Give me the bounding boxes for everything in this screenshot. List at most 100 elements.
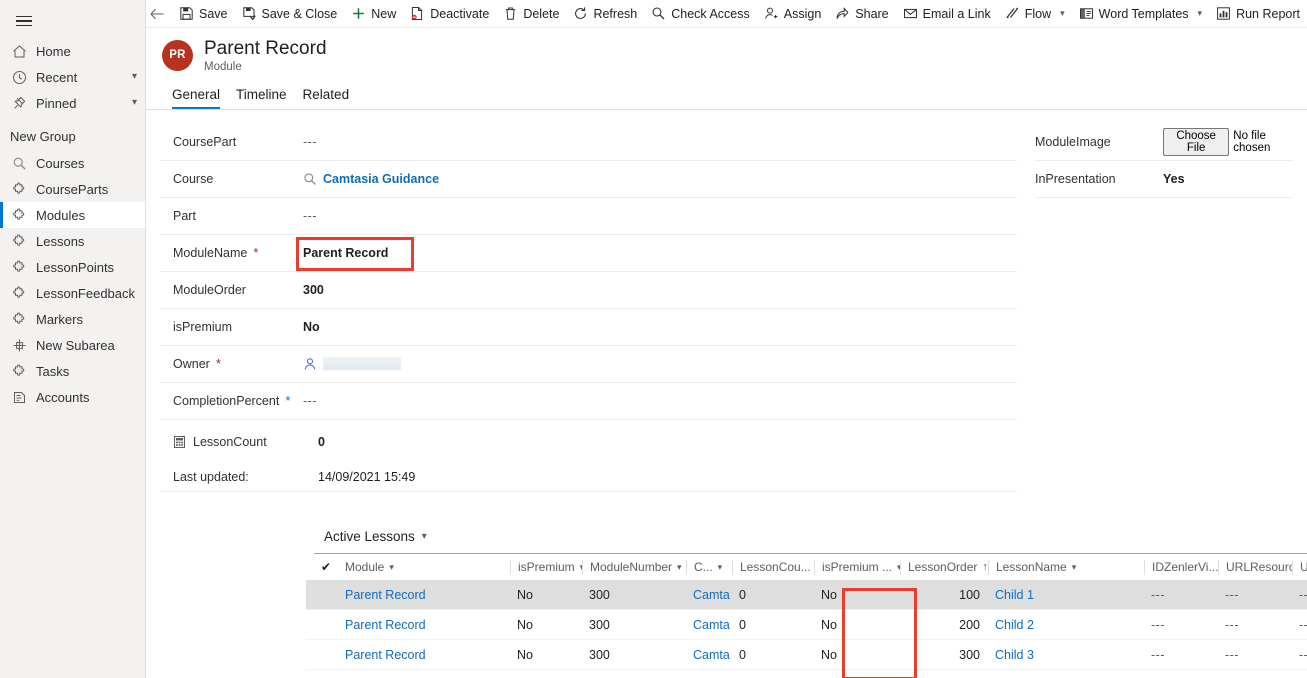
- grid-column-header-urlzenler[interactable]: URLZenler...▾: [1292, 559, 1307, 575]
- choose-file-button[interactable]: Choose File: [1163, 127, 1230, 156]
- command-label: Refresh: [593, 6, 638, 21]
- email-a-link-button[interactable]: Email a Link: [896, 1, 998, 27]
- grid-column-label: URLZenler...: [1300, 560, 1307, 574]
- field-value-course[interactable]: Camtasia Guidance: [323, 172, 439, 186]
- field-label-part: Part: [173, 208, 196, 223]
- table-cell[interactable]: Child 2: [988, 618, 1144, 632]
- share-button[interactable]: Share: [828, 1, 895, 27]
- grid-column-header-lessoncou[interactable]: LessonCou...▾: [732, 559, 814, 575]
- site-map-toggle[interactable]: [4, 4, 44, 38]
- field-value-part[interactable]: ---: [303, 209, 1017, 223]
- field-value-ispremium[interactable]: No: [303, 320, 320, 334]
- assign-button[interactable]: Assign: [757, 1, 829, 27]
- flow-icon: [1005, 6, 1020, 21]
- field-value-in-presentation[interactable]: Yes: [1163, 172, 1185, 186]
- form-area: CoursePart --- Course Camtasia Guidance Part…: [146, 124, 1307, 492]
- grid-column-header-modulenumber[interactable]: ModuleNumber ▾: [582, 559, 686, 575]
- command-label: Email a Link: [922, 6, 991, 21]
- table-cell[interactable]: Parent Record: [338, 588, 510, 602]
- sidebar-item-courseparts[interactable]: CourseParts: [0, 176, 145, 202]
- table-row[interactable]: Parent Record No 300 Camta 0 No 100 Child 1 --- -…: [306, 580, 1307, 610]
- sidebar-item-lessonpoints[interactable]: LessonPoints: [0, 254, 145, 280]
- grid-column-header-urlresource[interactable]: URLResource▾: [1218, 559, 1292, 575]
- field-value-owner-redacted[interactable]: [323, 357, 401, 371]
- field-value-coursepart[interactable]: ---: [303, 135, 1017, 149]
- table-cell[interactable]: Camta: [686, 618, 732, 632]
- chevron-down-icon[interactable]: ▾: [132, 72, 137, 82]
- table-row[interactable]: Parent Record No 300 Camta 0 No 300 Child 3 --- -…: [306, 640, 1307, 670]
- grid-column-header-idzenlervi[interactable]: IDZenlerVi...▾: [1144, 559, 1218, 575]
- grid-column-label: C...: [694, 560, 713, 574]
- sidebar-item-lessons[interactable]: Lessons: [0, 228, 145, 254]
- sidebar-item-new-subarea[interactable]: New Subarea: [0, 332, 145, 358]
- subarea-icon: [10, 336, 28, 354]
- refresh-button[interactable]: Refresh: [566, 1, 644, 27]
- field-value-moduleorder[interactable]: 300: [303, 283, 324, 297]
- sidebar-item-markers[interactable]: Markers: [0, 306, 145, 332]
- puzzle-icon: [10, 310, 28, 328]
- new-button[interactable]: New: [344, 1, 403, 27]
- sidebar-item-recent[interactable]: Recent ▾: [0, 64, 145, 90]
- grid-header-row: ✔Module▾isPremium▾ModuleNumber▾C...▾Less…: [306, 554, 1307, 580]
- tab-related[interactable]: Related: [295, 87, 358, 109]
- sidebar-item-courses[interactable]: Courses: [0, 150, 145, 176]
- table-cell: 200: [959, 617, 980, 632]
- delete-button[interactable]: Delete: [496, 1, 566, 27]
- sidebar-item-modules[interactable]: Modules: [0, 202, 145, 228]
- table-cell: No: [821, 647, 837, 662]
- table-cell: 100: [959, 587, 980, 602]
- page-title: Parent Record: [204, 38, 327, 59]
- save-close-button[interactable]: Save & Close: [235, 1, 345, 27]
- table-cell[interactable]: Parent Record: [338, 618, 510, 632]
- sidebar-item-accounts[interactable]: Accounts: [0, 384, 145, 410]
- table-cell[interactable]: Camta: [686, 648, 732, 662]
- table-cell[interactable]: Camta: [686, 588, 732, 602]
- field-value-completionpercent[interactable]: ---: [303, 394, 1017, 408]
- chevron-down-icon[interactable]: ▾: [1198, 8, 1203, 19]
- chevron-down-icon[interactable]: ▾: [389, 562, 394, 573]
- subgrid-title[interactable]: Active Lessons: [324, 529, 415, 544]
- sidebar-item-home[interactable]: Home: [0, 38, 145, 64]
- table-row[interactable]: Parent Record No 300 Camta 0 No 200 Child 2 --- -…: [306, 610, 1307, 640]
- back-arrow-icon[interactable]: [150, 1, 164, 27]
- sidebar-item-pinned[interactable]: Pinned ▾: [0, 90, 145, 116]
- command-label: Run Report: [1236, 6, 1300, 21]
- table-cell[interactable]: Child 3: [988, 648, 1144, 662]
- word-templates-button[interactable]: Word Templates ▾: [1072, 1, 1209, 27]
- table-cell[interactable]: Child 1: [988, 588, 1144, 602]
- save-button[interactable]: Save: [172, 1, 235, 27]
- field-in-presentation: InPresentation Yes: [1035, 161, 1293, 198]
- sidebar-item-label: Accounts: [36, 389, 90, 405]
- grid-column-header-lessonorder[interactable]: LessonOrder↑▾: [900, 559, 988, 575]
- deactivate-button[interactable]: Deactivate: [403, 1, 496, 27]
- table-cell: ---: [1299, 587, 1307, 602]
- tab-general[interactable]: General: [164, 87, 228, 109]
- sidebar-item-label: Modules: [36, 207, 86, 223]
- grid-column-header-lessonname[interactable]: LessonName ▾: [988, 559, 1144, 575]
- flow-button[interactable]: Flow ▾: [998, 1, 1072, 27]
- sidebar-item-tasks[interactable]: Tasks: [0, 358, 145, 384]
- table-cell[interactable]: Parent Record: [338, 648, 510, 662]
- sidebar-item-label: CourseParts: [36, 181, 109, 197]
- grid-column-header-ispremium[interactable]: isPremium ...▾: [814, 559, 900, 575]
- grid-column-header-module[interactable]: Module ▾: [338, 560, 510, 575]
- grid-column-header-ispremium[interactable]: isPremium▾: [510, 559, 582, 575]
- chevron-down-icon[interactable]: ▾: [677, 562, 682, 573]
- sidebar-item-label: Recent: [36, 69, 78, 85]
- sidebar-item-label: LessonPoints: [36, 259, 115, 275]
- tab-timeline[interactable]: Timeline: [228, 87, 295, 109]
- grid-column-label: URLResource: [1226, 560, 1292, 574]
- sidebar-item-label: Home: [36, 43, 71, 59]
- field-value-modulename[interactable]: Parent Record: [303, 246, 388, 260]
- check-access-button[interactable]: Check Access: [644, 1, 757, 27]
- chevron-down-icon[interactable]: ▾: [422, 531, 427, 542]
- field-value-lesson-count: 0: [318, 434, 325, 449]
- grid-select-all-checkbox[interactable]: ✔: [314, 560, 338, 574]
- sidebar-item-lessonfeedback[interactable]: LessonFeedback: [0, 280, 145, 306]
- run-report-button[interactable]: Run Report▾: [1209, 1, 1307, 27]
- chevron-down-icon[interactable]: ▾: [1072, 562, 1077, 573]
- chevron-down-icon[interactable]: ▾: [718, 562, 723, 573]
- chevron-down-icon[interactable]: ▾: [132, 98, 137, 108]
- chevron-down-icon[interactable]: ▾: [1060, 8, 1065, 19]
- grid-column-header-c[interactable]: C... ▾: [686, 559, 732, 575]
